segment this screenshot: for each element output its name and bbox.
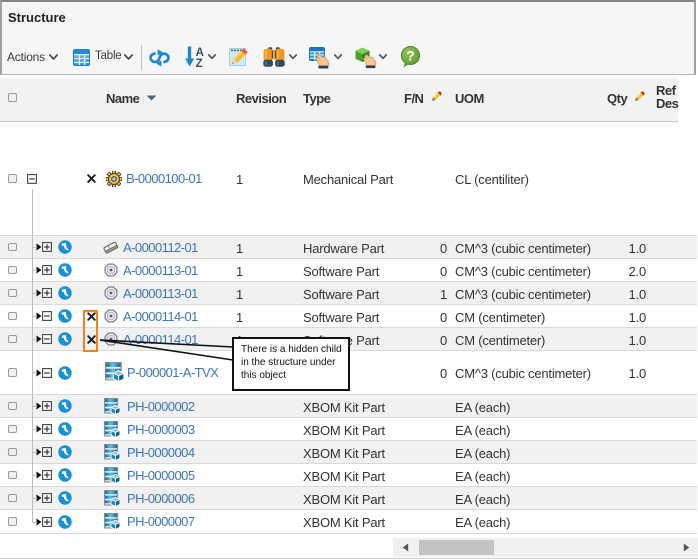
svg-text:?: ? [406, 48, 414, 63]
svg-text:Z: Z [196, 58, 203, 67]
